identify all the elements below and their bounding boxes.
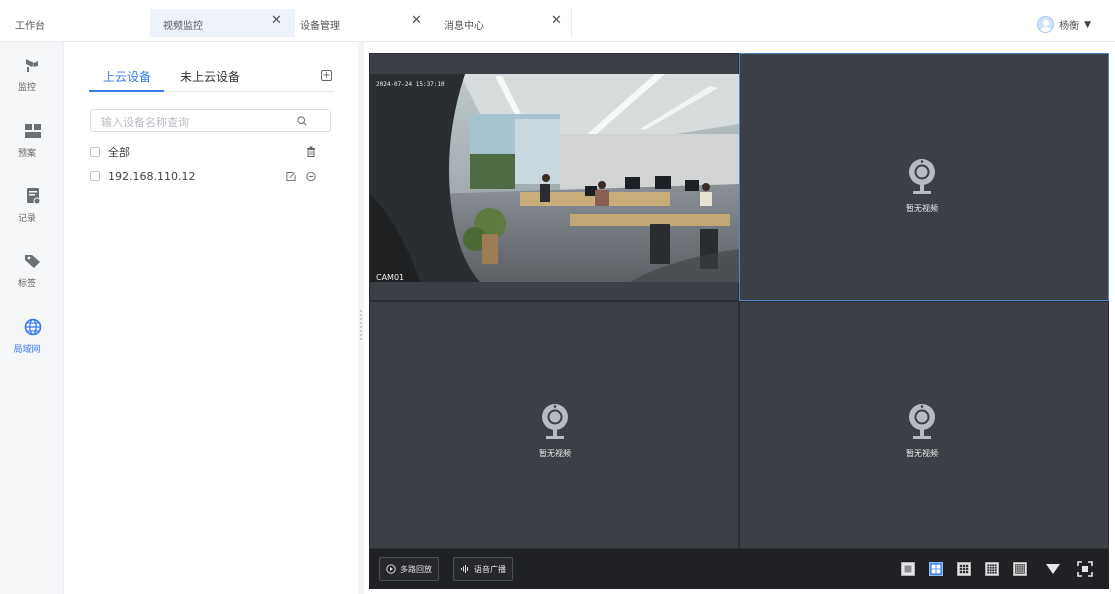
edit-icon[interactable]: [286, 171, 296, 182]
search-icon[interactable]: [297, 116, 307, 126]
close-icon[interactable]: ✕: [551, 13, 562, 28]
sidebar-item-monitor[interactable]: 监控: [0, 56, 64, 112]
webcam-icon: [542, 404, 568, 439]
video-toolbar: 多路回放 语音广播: [369, 549, 1109, 589]
sidebar-item-label: 标签: [17, 279, 36, 289]
device-search-input[interactable]: [90, 109, 331, 132]
tab-local-devices[interactable]: 未上云设备: [180, 68, 240, 85]
layout-16-button[interactable]: [985, 562, 999, 576]
tab-video-monitor-label: 视频监控: [163, 21, 203, 32]
device-panel: 上云设备 未上云设备 + 全部 192.168.110.12: [64, 42, 358, 594]
camera-icon: [26, 59, 38, 72]
sidebar-item-record[interactable]: 记录: [0, 187, 64, 243]
user-name: 杨衡: [1059, 21, 1080, 32]
no-video-placeholder: 暂无视频: [882, 157, 962, 214]
no-video-placeholder: 暂无视频: [515, 402, 595, 459]
tab-device-management-label: 设备管理: [300, 21, 340, 32]
active-tab-indicator: [89, 90, 164, 92]
sidebar-item-label: 局域网: [13, 345, 41, 355]
multi-playback-label: 多路回放: [400, 564, 432, 574]
sidebar-item-tag[interactable]: 标签: [0, 252, 64, 308]
layout-9-button[interactable]: [957, 562, 971, 576]
video-timestamp: 2024-07-24 15:37:10: [376, 81, 445, 88]
more-layouts-dropdown-icon[interactable]: [1045, 563, 1061, 575]
globe-icon: [24, 318, 42, 336]
sidebar-item-plan[interactable]: 预案: [0, 122, 64, 178]
record-icon: [27, 188, 41, 205]
no-video-placeholder: 暂无视频: [882, 402, 962, 459]
select-all-checkbox[interactable]: [90, 147, 100, 157]
layout-25-button[interactable]: [1013, 562, 1027, 576]
video-cell-4[interactable]: 暂无视频: [739, 301, 1109, 549]
no-video-text: 暂无视频: [906, 204, 938, 213]
sidebar-item-label: 监控: [17, 83, 36, 93]
camera-feed: [370, 74, 739, 282]
panel-resize-handle[interactable]: [358, 42, 364, 594]
tab-video-monitor[interactable]: 视频监控 ✕: [150, 9, 295, 37]
video-cell-2[interactable]: 暂无视频: [739, 53, 1109, 301]
avatar: [1037, 16, 1055, 33]
device-ip: 192.168.110.12: [108, 169, 196, 183]
tab-bar: 工作台 视频监控 ✕ 设备管理 ✕ 消息中心 ✕ 杨衡 ▼: [0, 0, 1115, 42]
tab-cloud-devices[interactable]: 上云设备: [103, 68, 151, 85]
trash-icon[interactable]: [306, 146, 316, 157]
video-wall: 2024-07-24 15:37:10 CAM01 暂无视频 暂无视频 暂无视频…: [369, 53, 1109, 589]
sidebar-item-label: 记录: [17, 214, 36, 224]
layout-4-button[interactable]: [929, 562, 943, 576]
tab-workbench[interactable]: 工作台: [0, 9, 80, 37]
voice-broadcast-label: 语音广播: [474, 564, 506, 574]
add-device-button[interactable]: +: [321, 70, 332, 81]
select-all-row[interactable]: 全部: [90, 144, 130, 160]
close-icon[interactable]: ✕: [411, 13, 422, 28]
sidebar-item-lan[interactable]: 局域网: [0, 318, 64, 374]
tab-device-management[interactable]: 设备管理 ✕: [295, 9, 435, 37]
webcam-icon: [909, 404, 935, 439]
user-menu[interactable]: 杨衡 ▼: [1037, 16, 1091, 33]
tab-message-center-label: 消息中心: [444, 21, 484, 32]
sidebar-item-label: 预案: [17, 149, 36, 159]
video-cell-1[interactable]: 2024-07-24 15:37:10 CAM01: [369, 53, 739, 301]
tag-icon: [25, 255, 40, 268]
close-icon[interactable]: ✕: [271, 13, 282, 28]
device-checkbox[interactable]: [90, 171, 100, 181]
audio-wave-icon: [461, 565, 468, 573]
fullscreen-icon[interactable]: [1077, 561, 1093, 577]
multi-playback-button[interactable]: 多路回放: [379, 557, 439, 581]
voice-broadcast-button[interactable]: 语音广播: [453, 557, 513, 581]
plan-icon: [25, 124, 41, 138]
layout-1-button[interactable]: [901, 562, 915, 576]
playback-icon: [386, 564, 396, 574]
no-video-text: 暂无视频: [539, 449, 571, 458]
webcam-icon: [909, 159, 935, 194]
tab-message-center[interactable]: 消息中心 ✕: [435, 9, 572, 37]
caret-down-icon: ▼: [1084, 19, 1091, 30]
tab-workbench-label: 工作台: [15, 21, 45, 32]
no-video-text: 暂无视频: [906, 449, 938, 458]
video-cell-3[interactable]: 暂无视频: [369, 301, 739, 549]
resize-grip: [360, 310, 362, 342]
select-all-label: 全部: [108, 146, 130, 159]
remove-icon[interactable]: [306, 171, 316, 182]
camera-name: CAM01: [376, 273, 405, 282]
sidebar-nav: 监控 预案 记录 标签 局域网: [0, 42, 64, 594]
device-row[interactable]: 192.168.110.12: [90, 168, 195, 184]
